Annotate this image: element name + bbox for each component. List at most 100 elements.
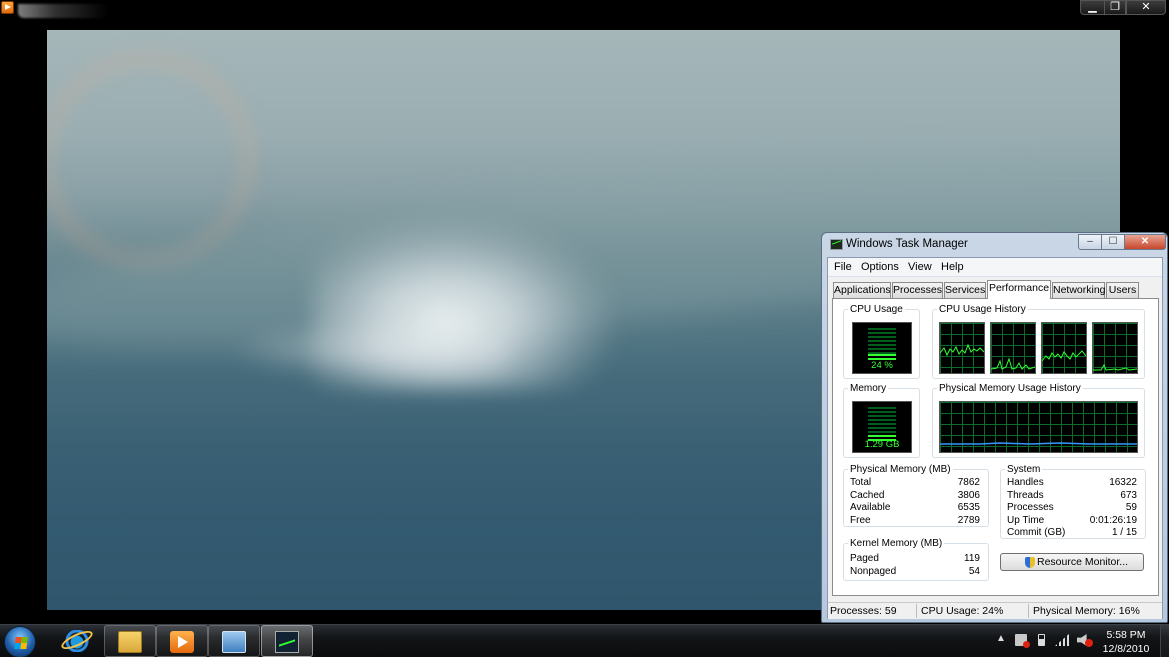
cpu-core-graph [990,322,1036,374]
tab-applications[interactable]: Applications [833,282,891,298]
media-player-icon [170,631,194,653]
desktop-screen: ▁ ❐ ✕ Windows Task Manager ‒ ☐ ✕ File Op… [0,0,1169,657]
memory-history-label: Physical Memory Usage History [937,383,1083,394]
tab-services[interactable]: Services [944,282,986,298]
mute-indicator-icon [1085,639,1093,647]
tab-processes[interactable]: Processes [892,282,943,298]
windows-logo-icon [14,637,28,649]
start-button[interactable] [4,626,36,657]
stat-free-value: 2789 [957,515,980,526]
memory-label: Memory [848,383,889,394]
maximize-button[interactable]: ☐ [1101,234,1125,250]
tab-performance[interactable]: Performance [987,280,1051,299]
shield-icon [1025,557,1035,568]
stat-commit-label: Commit (GB) [1007,527,1066,538]
window-title: Windows Task Manager [846,238,968,250]
stat-free-label: Free [850,515,871,526]
tab-users[interactable]: Users [1106,282,1139,298]
cpu-history-label: CPU Usage History [937,304,1028,315]
stat-cached-value: 3806 [957,490,980,501]
stat-uptime-label: Up Time [1007,515,1045,526]
network-signal-icon[interactable] [1055,634,1069,646]
task-manager-client: File Options View Help Applications Proc… [827,257,1163,619]
status-memory: Physical Memory: 16% [1033,605,1140,617]
physical-memory-label: Physical Memory (MB) [848,464,953,475]
stat-handles-value: 16322 [1109,477,1137,488]
system-group: System Handles 16322 Threads 673 Process… [1000,464,1146,539]
player-restore-button[interactable]: ❐ [1104,0,1126,15]
cpu-core-graph [939,322,985,374]
cpu-usage-meter: 24 % [852,322,912,374]
task-manager-titlebar[interactable]: Windows Task Manager ‒ ☐ ✕ [822,233,1167,257]
stat-total-label: Total [850,477,872,488]
power-icon[interactable] [1038,634,1045,646]
resource-monitor-button[interactable]: Resource Monitor... [1000,553,1144,571]
performance-tab-page: CPU Usage 24 % CPU Usage History Memory … [832,298,1159,596]
system-label: System [1005,464,1043,475]
cpu-core-line [1093,363,1138,371]
tab-networking[interactable]: Networking [1052,282,1106,298]
memory-history-line [940,442,1137,445]
kernel-memory-label: Kernel Memory (MB) [848,538,945,549]
clock-date[interactable]: 12/8/2010 [1100,643,1152,655]
stat-uptime-value: 0:01:26:19 [1089,515,1137,526]
cpu-usage-group: CPU Usage 24 % [843,304,920,379]
memory-value: 1.29 GB [864,439,900,450]
physical-memory-group: Physical Memory (MB) Total 7862 Cached 3… [843,464,989,527]
stat-processes-label: Processes [1007,502,1054,513]
taskbar-task-manager[interactable] [261,625,313,657]
stat-total-value: 7862 [957,477,980,488]
task-manager-icon [830,239,843,250]
stat-paged-label: Paged [850,553,879,564]
media-player-titlebar: ▁ ❐ ✕ [0,0,1169,18]
show-hidden-icons-button[interactable]: ▲ [996,633,1006,647]
status-processes: Processes: 59 [830,605,897,617]
media-player-icon[interactable] [1,1,14,14]
taskbar: ▲ 5:58 PM 12/8/2010 [0,624,1169,657]
cpu-core-line [939,343,985,357]
cpu-usage-value: 24 % [871,360,893,371]
video-rainbow [47,50,257,270]
menu-file[interactable]: File [834,261,852,273]
taskbar-remote-desktop[interactable] [208,625,260,657]
cpu-core-graph [1041,322,1087,374]
task-manager-icon [275,631,299,653]
cpu-core-line [1041,350,1087,362]
stat-processes-value: 59 [1125,502,1137,513]
task-manager-window: Windows Task Manager ‒ ☐ ✕ File Options … [821,232,1168,623]
cpu-core-graph [1092,322,1138,374]
menu-bar: File Options View Help [828,258,1162,277]
menu-view[interactable]: View [908,261,932,273]
status-separator [1028,604,1029,618]
memory-history-graph [939,401,1138,453]
cpu-usage-label: CPU Usage [848,304,905,315]
folder-icon [118,631,142,653]
menu-help[interactable]: Help [941,261,964,273]
show-desktop-button[interactable] [1160,625,1169,657]
taskbar-internet-explorer[interactable] [52,625,104,657]
stat-threads-value: 673 [1120,490,1137,501]
memory-group: Memory 1.29 GB [843,383,920,458]
taskbar-media-player[interactable] [156,625,208,657]
stat-available-label: Available [850,502,891,513]
memory-meter: 1.29 GB [852,401,912,453]
menu-options[interactable]: Options [861,261,899,273]
minimize-button[interactable]: ‒ [1078,234,1102,250]
resource-monitor-label: Resource Monitor... [1037,556,1129,568]
clock-time[interactable]: 5:58 PM [1100,629,1152,641]
kernel-memory-group: Kernel Memory (MB) Paged 119 Nonpaged 54 [843,538,989,581]
stat-available-value: 6535 [957,502,980,513]
player-minimize-button[interactable]: ▁ [1080,0,1105,15]
stat-nonpaged-value: 54 [968,566,980,577]
memory-history-group: Physical Memory Usage History [932,383,1145,458]
stat-commit-value: 1 / 15 [1111,527,1137,538]
close-button[interactable]: ✕ [1124,234,1166,250]
player-title-glow [18,4,108,18]
action-center-icon[interactable] [1015,634,1030,648]
taskbar-windows-explorer[interactable] [104,625,156,657]
stat-nonpaged-label: Nonpaged [850,566,897,577]
cpu-core-line [990,357,1036,370]
player-close-button[interactable]: ✕ [1126,0,1166,15]
cpu-history-group: CPU Usage History [932,304,1145,379]
status-bar: Processes: 59 CPU Usage: 24% Physical Me… [828,602,1162,619]
